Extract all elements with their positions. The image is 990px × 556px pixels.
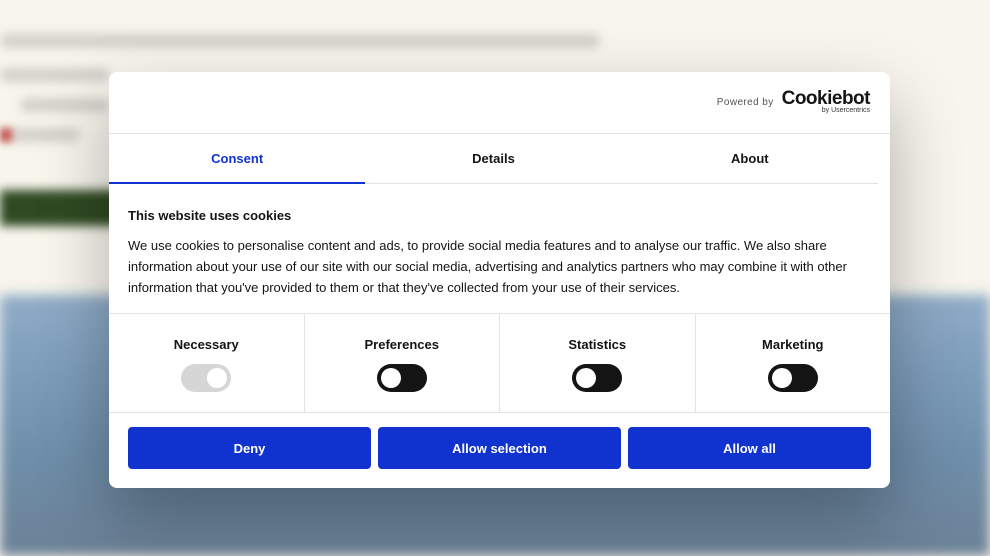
powered-by-cookiebot[interactable]: Powered by Cookiebot by Usercentrics: [716, 88, 871, 114]
consent-description: We use cookies to personalise content an…: [128, 238, 847, 295]
preferences-toggle[interactable]: [376, 364, 427, 392]
tab-details[interactable]: Details: [365, 134, 621, 183]
tab-about[interactable]: About: [622, 134, 878, 183]
toggle-knob: [771, 368, 792, 388]
cookie-consent-dialog: Powered by Cookiebot by Usercentrics Con…: [109, 72, 890, 488]
background-text-line: [10, 128, 80, 142]
category-necessary: Necessary: [109, 314, 305, 412]
background-accent: [0, 128, 12, 142]
category-label: Marketing: [762, 337, 824, 352]
category-preferences: Preferences: [305, 314, 500, 412]
necessary-toggle: [181, 364, 232, 392]
consent-content: This website uses cookies We use cookies…: [109, 184, 890, 314]
cookie-categories: Necessary Preferences Statistics Marketi…: [109, 314, 890, 413]
action-buttons: Deny Allow selection Allow all: [109, 413, 890, 469]
marketing-toggle[interactable]: [767, 364, 818, 392]
cookiebot-logo: Cookiebot by Usercentrics: [781, 88, 871, 114]
toggle-knob: [380, 368, 401, 388]
powered-by-label: Powered by: [716, 97, 774, 108]
background-text-line: [20, 98, 110, 112]
background-banner: [0, 190, 120, 226]
statistics-toggle[interactable]: [572, 364, 623, 392]
toggle-knob: [207, 368, 228, 388]
allow-selection-button[interactable]: Allow selection: [378, 427, 621, 469]
toggle-knob: [576, 368, 597, 388]
consent-title: This website uses cookies: [128, 208, 292, 223]
tab-bar: Consent Details About: [109, 134, 878, 184]
background-text-line: [0, 68, 110, 82]
category-label: Necessary: [173, 337, 239, 352]
deny-button[interactable]: Deny: [128, 427, 371, 469]
cookiebot-logo-sub: by Usercentrics: [821, 107, 870, 114]
category-marketing: Marketing: [696, 314, 891, 412]
category-label: Preferences: [364, 337, 439, 352]
tab-consent[interactable]: Consent: [109, 134, 366, 184]
category-statistics: Statistics: [500, 314, 696, 412]
background-text-line: [0, 34, 600, 48]
category-label: Statistics: [568, 337, 627, 352]
cookiebot-logo-name: Cookiebot: [781, 88, 871, 109]
allow-all-button[interactable]: Allow all: [628, 427, 871, 469]
dialog-header: Powered by Cookiebot by Usercentrics: [109, 72, 890, 134]
